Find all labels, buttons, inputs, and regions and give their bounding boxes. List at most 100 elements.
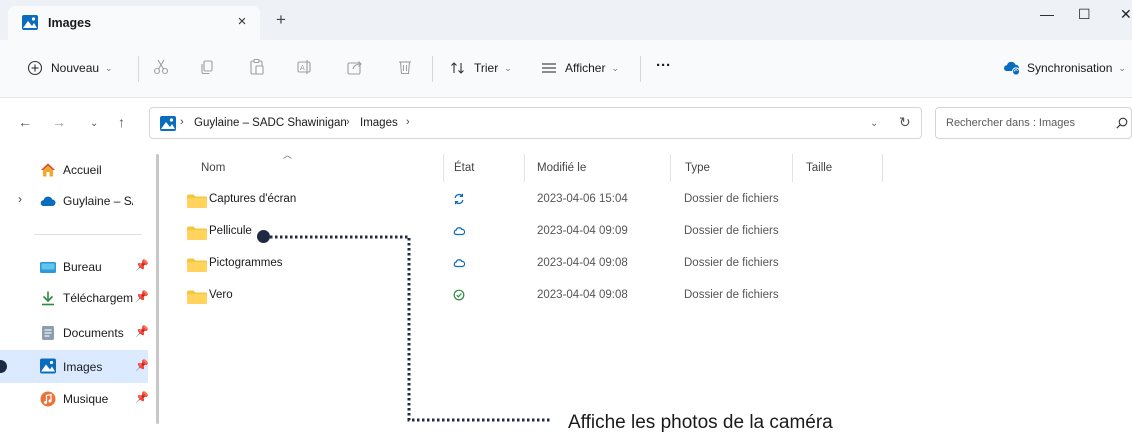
sort-button[interactable]: Trier ⌄ [450, 60, 512, 76]
sidebar-item-onedrive[interactable]: › Guylaine – SADC Shawinigan [0, 186, 148, 216]
delete-icon[interactable] [396, 58, 414, 76]
column-header-state[interactable]: État [454, 162, 474, 174]
pin-icon[interactable]: 📌 [135, 259, 149, 272]
rename-icon[interactable]: A [296, 58, 314, 76]
documents-icon [42, 326, 54, 340]
callout-dot-pellicule [257, 230, 270, 243]
sync-button-label: Synchronisation [1027, 61, 1113, 75]
file-list: ︿ Nom État Modifié le Type Taille Captur… [160, 148, 1132, 442]
sidebar-item-images[interactable]: Images 📌 [0, 350, 149, 383]
file-type: Dossier de fichiers [684, 225, 779, 237]
chevron-down-icon: ⌄ [1118, 62, 1126, 73]
column-header-name[interactable]: Nom [201, 162, 225, 174]
sort-arrows-icon [451, 62, 464, 74]
file-type: Dossier de fichiers [684, 289, 779, 301]
sidebar-item-musique[interactable]: Musique 📌 [0, 384, 149, 414]
sync-button[interactable]: Synchronisation ⌄ [1003, 60, 1126, 76]
pin-icon[interactable]: 📌 [135, 290, 149, 303]
column-divider[interactable] [524, 154, 525, 182]
address-bar[interactable]: › Guylaine – SADC Shawinigan › Images › … [149, 107, 922, 139]
toolbar-divider [640, 56, 641, 82]
onedrive-cloud-icon [40, 196, 56, 206]
folder-icon [187, 258, 207, 272]
file-name: Captures d'écran [209, 193, 297, 205]
recent-locations-icon[interactable]: ⌄ [90, 116, 98, 132]
copy-icon[interactable] [198, 58, 216, 76]
table-row[interactable]: Captures d'écran 2023-04-06 15:04 Dossie… [184, 185, 884, 215]
forward-arrow-icon[interactable]: → [52, 114, 66, 130]
pin-icon[interactable]: 📌 [135, 359, 149, 372]
table-row[interactable]: Pellicule 2023-04-04 09:09 Dossier de fi… [184, 217, 884, 247]
chevron-down-icon: ⌄ [105, 62, 113, 73]
folder-icon [187, 290, 207, 304]
close-window-button[interactable]: ✕ [1120, 6, 1132, 22]
sidebar-item-telechargements[interactable]: Téléchargements 📌 [0, 283, 149, 313]
sync-pending-icon [454, 193, 464, 205]
column-divider[interactable] [792, 154, 793, 182]
search-placeholder: Rechercher dans : Images [946, 117, 1076, 129]
pictures-icon [160, 116, 176, 131]
new-button[interactable]: Nouveau ⌄ [27, 60, 113, 76]
desktop-icon [40, 262, 56, 273]
paste-icon[interactable] [248, 58, 266, 76]
sidebar-item-label: Bureau [63, 260, 102, 274]
cut-icon[interactable] [152, 58, 170, 76]
sidebar-item-documents[interactable]: Documents 📌 [0, 318, 149, 348]
file-name: Pictogrammes [209, 257, 283, 269]
search-box[interactable]: Rechercher dans : Images [935, 107, 1132, 139]
table-row[interactable]: Pictogrammes 2023-04-04 09:08 Dossier de… [184, 249, 884, 279]
breadcrumb-images[interactable]: Images [360, 117, 398, 129]
pin-icon[interactable]: 📌 [135, 391, 149, 404]
breadcrumb-guylaine[interactable]: Guylaine – SADC Shawinigan [194, 117, 347, 129]
tab-title: Images [48, 16, 92, 30]
new-button-label: Nouveau [51, 61, 100, 75]
column-divider[interactable] [670, 154, 671, 182]
folder-icon [187, 226, 207, 240]
modified-date: 2023-04-04 09:09 [537, 225, 628, 237]
sidebar-item-label: Accueil [63, 163, 102, 177]
pictures-icon [40, 358, 56, 374]
sidebar-item-label: Musique [63, 392, 109, 406]
sidebar-divider [34, 234, 142, 235]
view-lines-icon [542, 63, 556, 73]
up-arrow-icon[interactable]: ↑ [118, 114, 125, 130]
chevron-right-icon[interactable]: › [18, 192, 22, 206]
table-row[interactable]: Vero 2023-04-04 09:08 Dossier de fichier… [184, 281, 884, 311]
toolbar-divider [432, 56, 433, 82]
more-options-button[interactable]: ··· [656, 57, 671, 74]
tab-images[interactable]: Images × [8, 6, 260, 40]
file-type: Dossier de fichiers [684, 193, 779, 205]
sort-button-label: Trier [474, 61, 499, 75]
maximize-button[interactable]: ☐ [1078, 6, 1091, 22]
onedrive-sync-icon [1004, 61, 1021, 76]
home-icon [41, 163, 55, 177]
command-bar: Nouveau ⌄ A Trier ⌄ Afficher ⌄ ··· Synch… [0, 40, 1132, 98]
navigation-pane: Accueil › Guylaine – SADC Shawinigan Bur… [0, 148, 160, 442]
pin-icon[interactable]: 📌 [135, 325, 149, 338]
modified-date: 2023-04-06 15:04 [537, 193, 628, 205]
file-name: Vero [209, 289, 233, 301]
sidebar-item-bureau[interactable]: Bureau 📌 [0, 252, 149, 282]
column-divider[interactable] [882, 154, 883, 182]
column-header-type[interactable]: Type [685, 162, 710, 174]
column-header-size[interactable]: Taille [806, 162, 832, 174]
sidebar-item-label: Documents [63, 326, 124, 340]
address-history-icon[interactable]: ⌄ [870, 118, 878, 129]
column-header-modified[interactable]: Modifié le [537, 162, 586, 174]
minimize-button[interactable]: — [1040, 6, 1054, 22]
new-tab-button[interactable]: + [276, 11, 286, 28]
view-button[interactable]: Afficher ⌄ [541, 60, 619, 76]
share-icon[interactable] [346, 58, 364, 76]
svg-text:A: A [300, 64, 305, 72]
sidebar-item-label: Guylaine – SADC Shawinigan [63, 194, 133, 208]
back-arrow-icon[interactable]: ← [18, 114, 32, 130]
cloud-only-icon [453, 259, 465, 268]
sidebar-scrollbar[interactable] [156, 154, 159, 424]
refresh-icon[interactable]: ↻ [899, 114, 911, 131]
folder-icon [187, 194, 207, 208]
tab-close-button[interactable]: × [232, 12, 252, 32]
available-check-icon [453, 289, 465, 301]
breadcrumb-separator: › [346, 116, 350, 128]
sidebar-item-accueil[interactable]: Accueil [0, 155, 148, 185]
column-divider[interactable] [443, 154, 444, 182]
